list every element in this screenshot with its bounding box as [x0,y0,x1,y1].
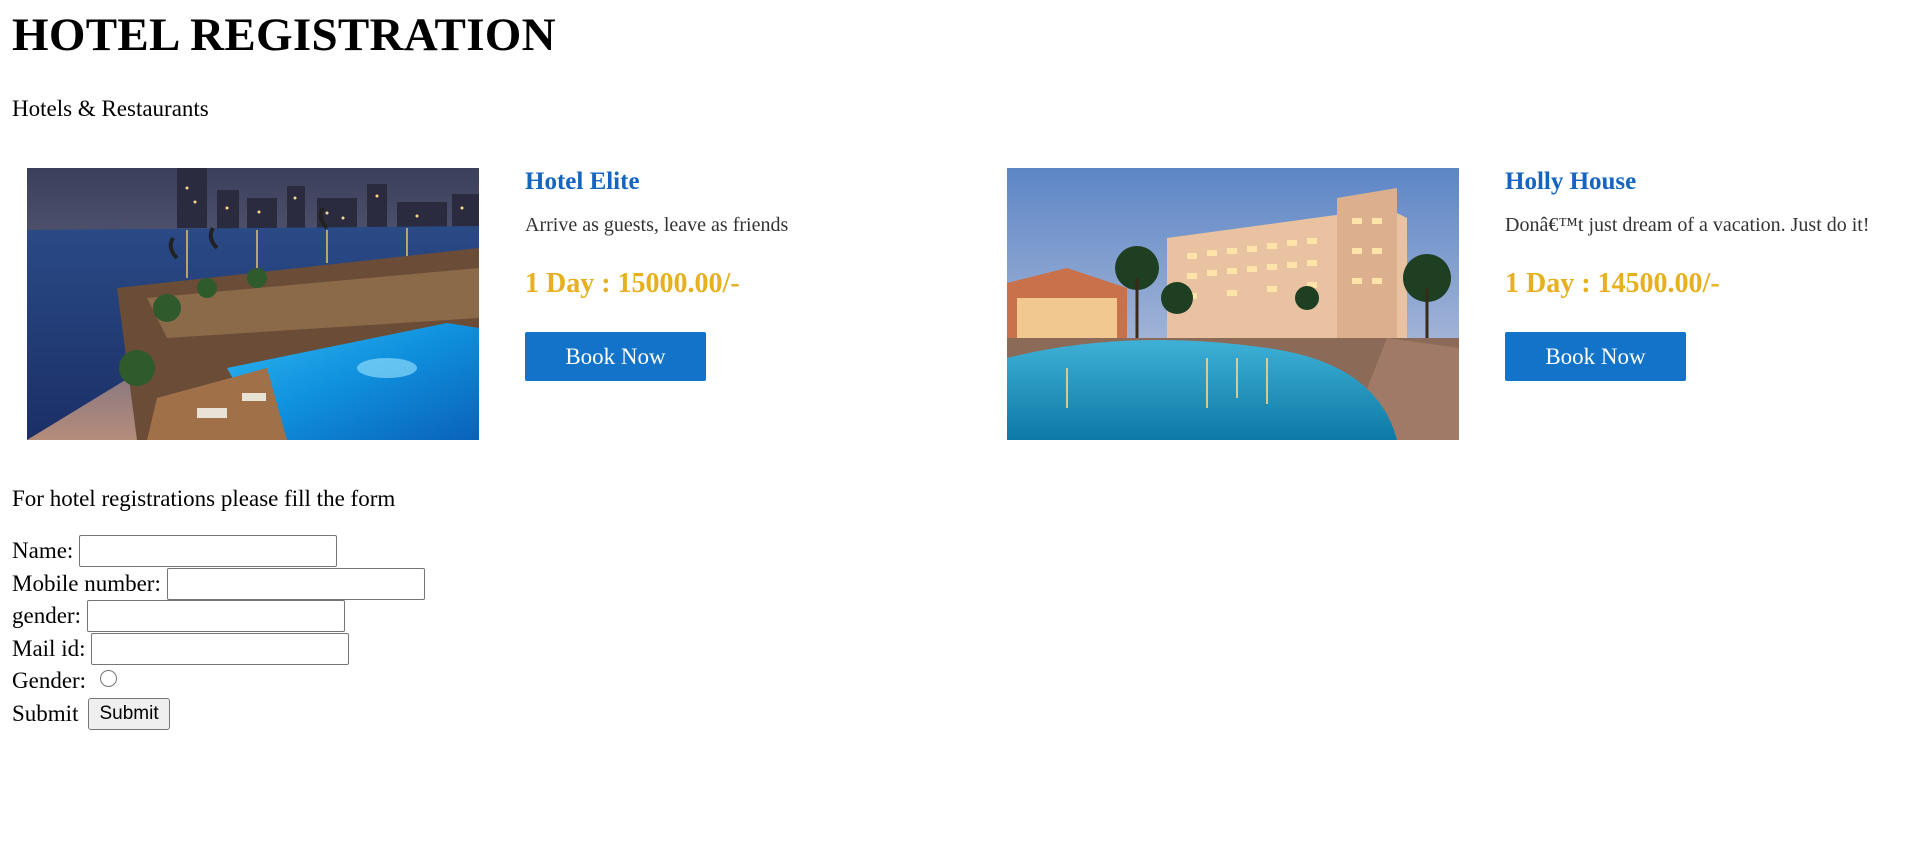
book-now-button-elite[interactable]: Book Now [525,332,706,381]
form-row-name: Name: [12,535,425,568]
hotel-price: 1 Day : 15000.00/- [525,268,740,299]
form-row-gender-radio: Gender: [12,665,425,698]
hotel-tagline: Donâ€™t just dream of a vacation. Just d… [1505,214,1870,236]
hotel-tagline: Arrive as guests, leave as friends [525,214,789,236]
mobile-number-input[interactable] [166,567,425,600]
form-intro: For hotel registrations please fill the … [12,486,396,511]
book-now-button-holly-house[interactable]: Book Now [1505,332,1686,381]
gender-text-label: gender: [12,603,81,629]
registration-form: Name: Mobile number: gender: Mail id: Ge… [12,535,425,730]
name-label: Name: [12,538,74,564]
hotel-price: 1 Day : 14500.00/- [1505,268,1720,299]
page-title: HOTEL REGISTRATION [12,9,556,61]
holly-house-image [1007,168,1459,440]
submit-button[interactable]: Submit [88,697,170,730]
form-row-mobile: Mobile number: [12,567,425,601]
page-subtitle: Hotels & Restaurants [12,96,209,121]
hotel-name: Holly House [1505,168,1637,195]
gender-input[interactable] [86,600,345,633]
hotel-name: Hotel Elite [525,168,640,195]
form-row-submit: Submit Submit [12,697,425,731]
form-row-gender-text: gender: [12,600,425,633]
submit-label: Submit [12,700,79,726]
hotel-elite-image [27,168,479,440]
gender-radio-label: Gender: [12,668,87,694]
mail-id-input[interactable] [91,632,350,665]
mail-id-label: Mail id: [12,635,86,661]
gender-radio[interactable] [100,669,118,687]
form-row-mail: Mail id: [12,632,425,666]
mobile-number-label: Mobile number: [12,570,161,596]
name-input[interactable] [79,535,338,568]
